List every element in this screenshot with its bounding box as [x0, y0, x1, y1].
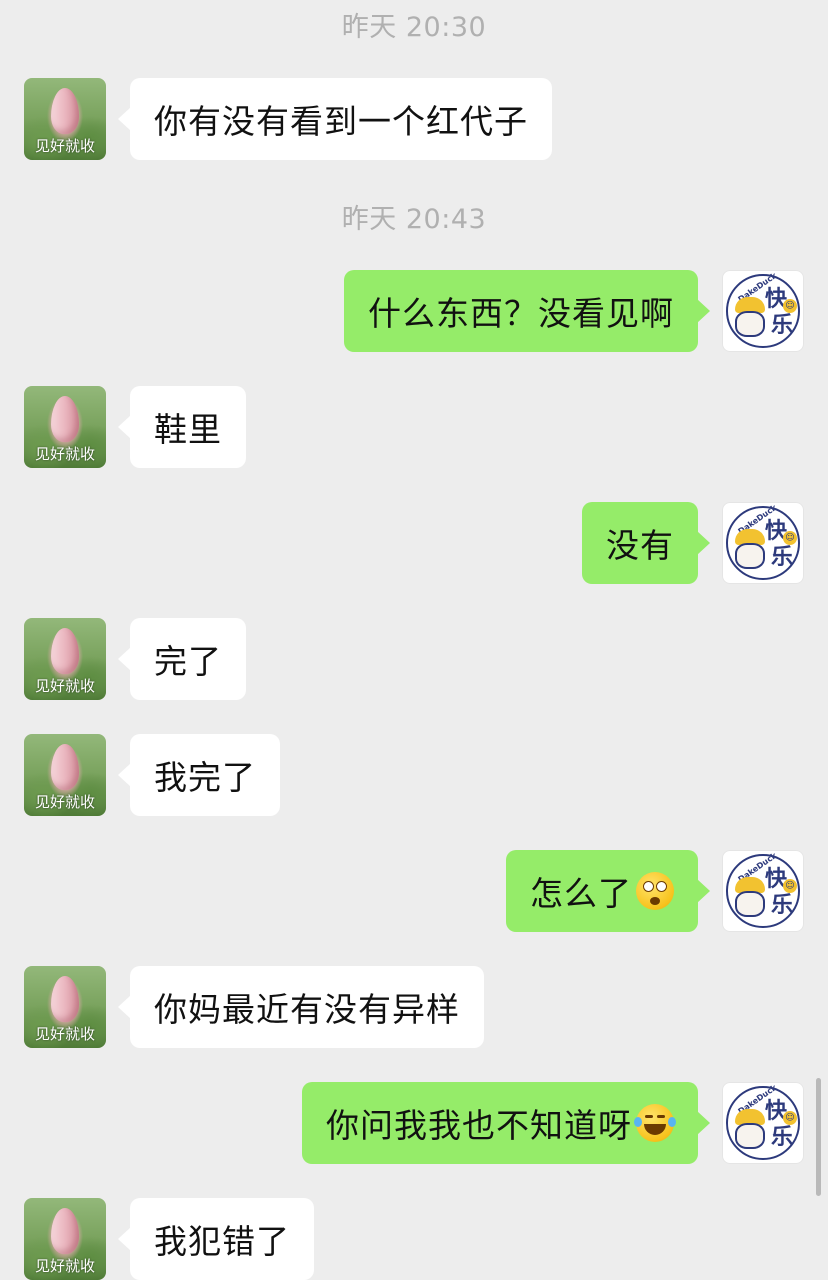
contact-avatar[interactable]: 见好就收: [24, 78, 106, 160]
avatar-caption: 见好就收: [34, 793, 95, 811]
lotus-image: 见好就收: [24, 1198, 106, 1280]
incoming-message-bubble[interactable]: 我完了: [118, 734, 280, 816]
scrollbar[interactable]: [816, 1078, 821, 1196]
lotus-image: 见好就收: [24, 734, 106, 816]
tears-of-joy-face-icon: [634, 1104, 676, 1142]
message-row: 见好就收 我犯错了: [0, 1198, 828, 1280]
message-row: 见好就收 你妈最近有没有异样: [0, 966, 828, 1048]
message-row: 怎么了 DakeDuck 快乐 ☺: [0, 850, 828, 932]
avatar-caption: 见好就收: [34, 137, 95, 155]
timestamp: 昨天 20:30: [341, 12, 487, 43]
contact-avatar[interactable]: 见好就收: [24, 734, 106, 816]
contact-avatar[interactable]: 见好就收: [24, 1198, 106, 1280]
duck-avatar-image: DakeDuck 快乐 ☺: [722, 1082, 804, 1164]
lotus-image: 见好就收: [24, 78, 106, 160]
incoming-message-bubble[interactable]: 你有没有看到一个红代子: [118, 78, 552, 160]
message-row: 见好就收 你有没有看到一个红代子: [0, 78, 828, 160]
timestamp: 昨天 20:43: [341, 204, 487, 235]
avatar-caption: 见好就收: [34, 445, 95, 463]
message-row: 没有 DakeDuck 快乐 ☺: [0, 502, 828, 584]
incoming-message-bubble[interactable]: 完了: [118, 618, 246, 700]
message-row: 见好就收 鞋里: [0, 386, 828, 468]
message-text: 你问我我也不知道呀: [326, 1106, 632, 1145]
outgoing-message-bubble[interactable]: 怎么了: [506, 850, 710, 932]
avatar-caption: 见好就收: [34, 1257, 95, 1275]
outgoing-message-bubble[interactable]: 你问我我也不知道呀: [302, 1082, 710, 1164]
self-avatar[interactable]: DakeDuck 快乐 ☺: [722, 850, 804, 932]
self-avatar[interactable]: DakeDuck 快乐 ☺: [722, 270, 804, 352]
contact-avatar[interactable]: 见好就收: [24, 386, 106, 468]
message-row: 见好就收 完了: [0, 618, 828, 700]
message-row: 什么东西？没看见啊 DakeDuck 快乐 ☺: [0, 270, 828, 352]
self-avatar[interactable]: DakeDuck 快乐 ☺: [722, 1082, 804, 1164]
avatar-caption: 见好就收: [34, 677, 95, 695]
contact-avatar[interactable]: 见好就收: [24, 966, 106, 1048]
message-row: 你问我我也不知道呀 DakeDuck 快乐 ☺: [0, 1082, 828, 1164]
incoming-message-bubble[interactable]: 鞋里: [118, 386, 246, 468]
self-avatar[interactable]: DakeDuck 快乐 ☺: [722, 502, 804, 584]
message-row: 见好就收 我完了: [0, 734, 828, 816]
lotus-image: 见好就收: [24, 386, 106, 468]
incoming-message-bubble[interactable]: 我犯错了: [118, 1198, 314, 1280]
lotus-image: 见好就收: [24, 618, 106, 700]
incoming-message-bubble[interactable]: 你妈最近有没有异样: [118, 966, 484, 1048]
lotus-image: 见好就收: [24, 966, 106, 1048]
avatar-caption: 见好就收: [34, 1025, 95, 1043]
duck-avatar-image: DakeDuck 快乐 ☺: [722, 502, 804, 584]
message-text: 怎么了: [530, 874, 632, 913]
contact-avatar[interactable]: 见好就收: [24, 618, 106, 700]
outgoing-message-bubble[interactable]: 什么东西？没看见啊: [344, 270, 710, 352]
outgoing-message-bubble[interactable]: 没有: [582, 502, 710, 584]
duck-avatar-image: DakeDuck 快乐 ☺: [722, 270, 804, 352]
duck-avatar-image: DakeDuck 快乐 ☺: [722, 850, 804, 932]
astonished-face-icon: [636, 872, 674, 910]
